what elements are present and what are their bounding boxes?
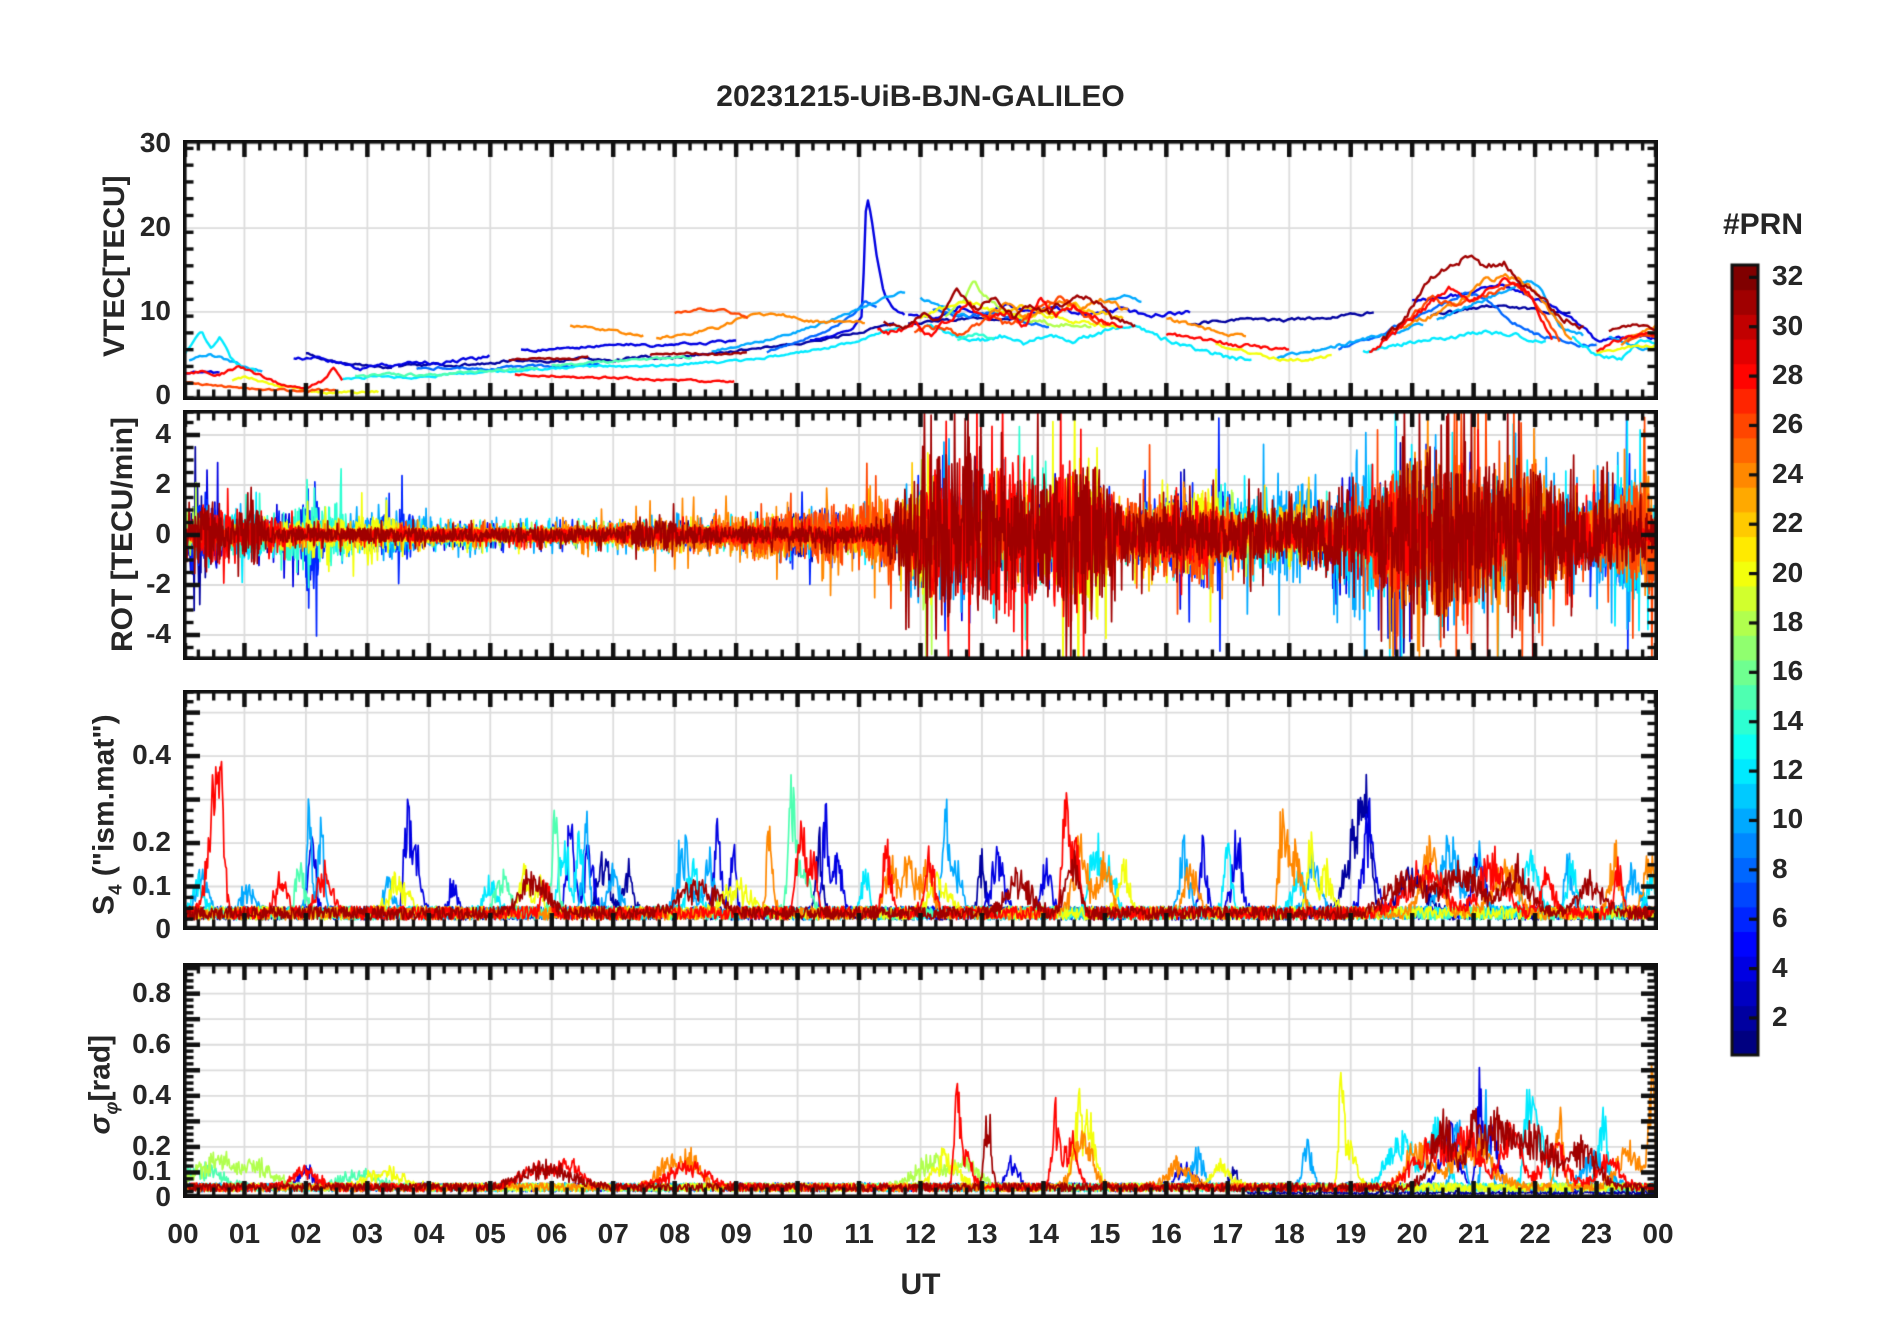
colorbar-title: #PRN [1722, 208, 1804, 241]
colorbar-tick-label: 14 [1772, 704, 1804, 736]
colorbar-tick-label: 28 [1772, 359, 1804, 391]
y-tick-label-rot: 2 [155, 468, 171, 499]
y-tick-label-sigma_phi: 0.6 [132, 1027, 171, 1059]
chart-title: 20231215-UiB-BJN-GALILEO [716, 80, 1125, 113]
y-tick-label-s4: 0 [155, 913, 171, 944]
x-axis-label: UT [900, 1268, 941, 1301]
y-tick-label-rot: -4 [146, 618, 171, 649]
colorbar-tick-label: 18 [1772, 605, 1804, 637]
y-tick-label-s4: 0.2 [132, 826, 171, 858]
colorbar-tick-label: 2 [1772, 1000, 1788, 1032]
colorbar-tick-label: 24 [1772, 457, 1804, 489]
colorbar-tick-label: 20 [1772, 556, 1804, 588]
colorbar-tick-label: 32 [1772, 260, 1804, 292]
colorbar-tick-label: 26 [1772, 408, 1804, 440]
colorbar-tick-label: 10 [1772, 803, 1804, 835]
y-tick-label-vtec: 10 [139, 294, 171, 326]
colorbar-tick-label: 22 [1772, 507, 1804, 539]
colorbar-tick-label: 30 [1772, 309, 1804, 341]
colorbar-tick-label: 12 [1772, 754, 1804, 786]
y-tick-label-sigma_phi: 0 [155, 1181, 171, 1212]
y-tick-label-s4: 0.4 [132, 739, 171, 771]
colorbar-tick-label: 8 [1772, 852, 1788, 884]
colorbar-tick-label: 16 [1772, 655, 1804, 687]
sigma-phi-panel-canvas [183, 963, 1658, 1198]
y-tick-label-sigma_phi: 0.4 [132, 1078, 171, 1110]
y-tick-label-sigma_phi: 0.8 [132, 976, 171, 1008]
y-tick-label-vtec: 30 [139, 127, 171, 159]
s4-panel-canvas [183, 690, 1658, 930]
s4-axis-label: S4 ("ism.mat") [87, 714, 126, 915]
y-tick-label-vtec: 20 [139, 211, 171, 243]
rot-panel-canvas [183, 410, 1658, 660]
figure: 20231215-UiB-BJN-GALILEO VTEC[TECU] ROT … [0, 0, 1902, 1330]
colorbar-tick-label: 6 [1772, 902, 1788, 934]
colorbar-tick-label: 4 [1772, 951, 1788, 983]
y-tick-label-s4: 0.1 [132, 869, 171, 901]
y-tick-label-rot: 4 [155, 418, 171, 449]
y-tick-label-vtec: 0 [155, 378, 171, 410]
y-tick-label-rot: -2 [146, 568, 171, 599]
vtec-panel-canvas [183, 140, 1658, 400]
y-tick-label-rot: 0 [155, 518, 171, 549]
x-tick-label: 00 [1642, 1218, 1674, 1249]
